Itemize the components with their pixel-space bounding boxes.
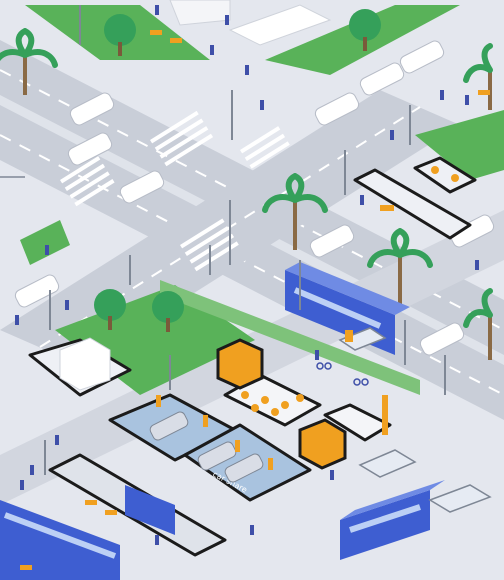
city-scene-svg: car share	[0, 0, 504, 580]
isometric-city-illustration: car share	[0, 0, 504, 580]
